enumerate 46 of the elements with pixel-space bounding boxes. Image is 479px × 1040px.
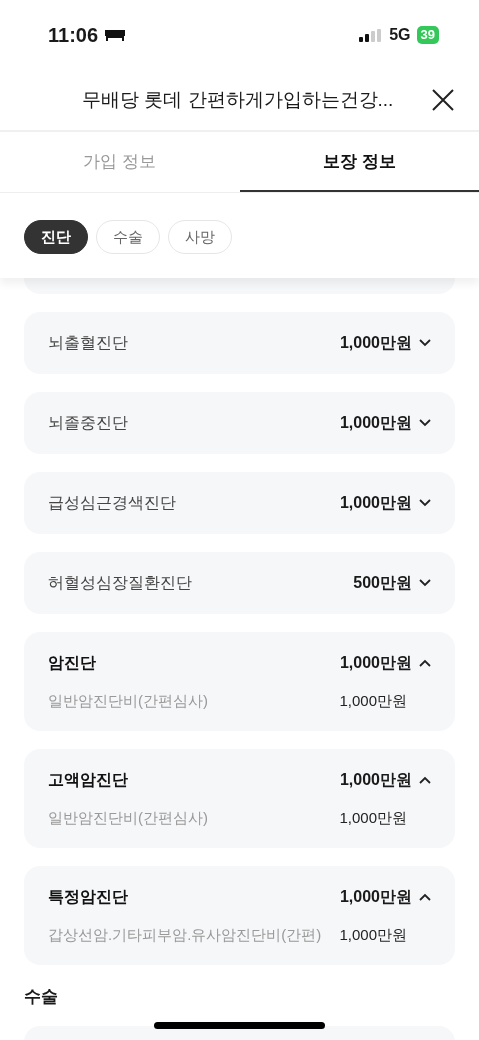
signal-icon (359, 28, 384, 42)
coverage-card[interactable]: 허혈성심장질환진단 500만원 (24, 552, 455, 614)
page-title: 무배당 롯데 간편하게가입하는건강... (82, 88, 395, 112)
sub-coverage-amount: 1,000만원 (339, 926, 407, 945)
battery-indicator: 39 (416, 26, 439, 44)
coverage-amount: 1,000만원 (339, 769, 412, 790)
chevron-down-icon (419, 499, 431, 507)
sub-coverage-label: 일반암진단비(간편심사) (48, 809, 209, 828)
sub-coverage-amount: 1,000만원 (339, 692, 407, 711)
coverage-card[interactable]: 특정암진단 1,000만원 갑상선암.기타피부암.유사암진단비(간편) 1,000만원 (24, 866, 455, 965)
coverage-card[interactable]: 뇌출혈진단 1,000만원 (24, 312, 455, 374)
filter-chip[interactable]: 수술 (96, 220, 160, 254)
status-time: 11:06 (48, 23, 99, 47)
coverage-title: 고액암진단 (48, 769, 129, 790)
coverage-card[interactable]: 뇌졸중진단 1,000만원 (24, 392, 455, 454)
coverage-amount: 1,000만원 (339, 412, 412, 433)
bed-icon (104, 28, 127, 42)
tab[interactable]: 보장 정보 (239, 132, 479, 192)
coverage-amount: 500만원 (353, 572, 412, 593)
coverage-amount: 1,000만원 (339, 886, 412, 907)
coverage-amount: 1,000만원 (339, 332, 412, 353)
chevron-down-icon (419, 419, 431, 427)
coverage-title: 뇌졸중진단 (48, 412, 129, 433)
coverage-card[interactable]: 암진단 1,000만원 일반암진단비(간편심사) 1,000만원 (24, 632, 455, 731)
coverage-title: 뇌출혈진단 (48, 332, 129, 353)
chevron-down-icon (419, 339, 431, 347)
chevron-up-icon (419, 776, 431, 784)
sub-coverage-label: 갑상선암.기타피부암.유사암진단비(간편) (48, 926, 323, 945)
coverage-title: 특정암진단 (48, 886, 129, 907)
chevron-up-icon (419, 659, 431, 667)
coverage-title: 암진단 (48, 652, 97, 673)
filter-chip[interactable]: 사망 (168, 220, 232, 254)
coverage-card[interactable]: 급성심근경색진단 1,000만원 (24, 472, 455, 534)
chevron-down-icon (419, 579, 431, 587)
network-label: 5G (389, 26, 411, 44)
sub-coverage-amount: 1,000만원 (339, 809, 407, 828)
coverage-amount: 1,000만원 (339, 652, 412, 673)
sub-coverage-label: 일반암진단비(간편심사) (48, 692, 209, 711)
close-icon[interactable] (431, 88, 455, 112)
chevron-up-icon (419, 893, 431, 901)
coverage-amount: 1,000만원 (339, 492, 412, 513)
coverage-title: 허혈성심장질환진단 (48, 572, 193, 593)
section-title: 수술 (23, 986, 59, 1008)
filter-chip[interactable]: 진단 (24, 220, 88, 254)
coverage-title: 급성심근경색진단 (48, 492, 177, 513)
coverage-card[interactable]: 고액암진단 1,000만원 일반암진단비(간편심사) 1,000만원 (24, 749, 455, 848)
